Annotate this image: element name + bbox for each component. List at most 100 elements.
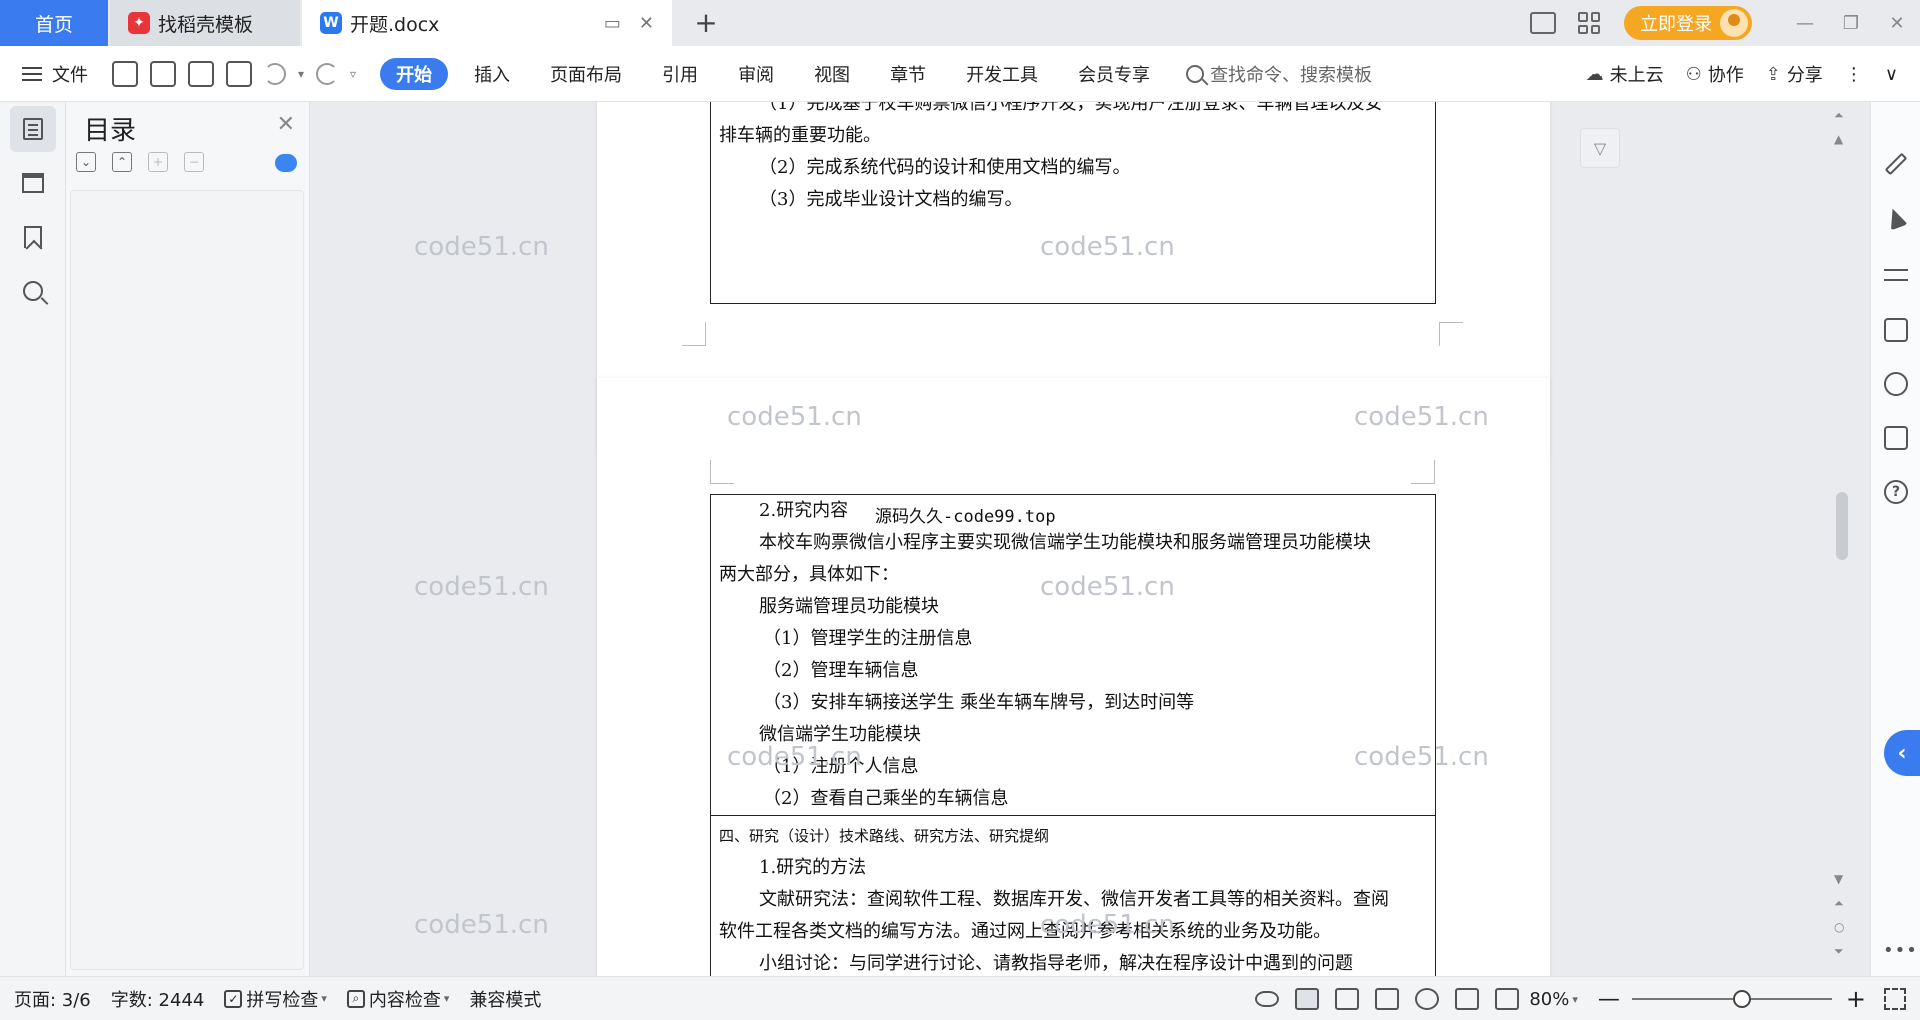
crop-mark [710, 460, 734, 484]
watermark: code51.cn [414, 572, 549, 602]
outline-view-icon[interactable] [1335, 988, 1360, 1010]
scroll-down-icon[interactable]: ▼ [1834, 872, 1843, 886]
bookmark-panel-button[interactable] [10, 214, 56, 260]
cloud-status[interactable]: ☁ 未上云 [1586, 61, 1664, 87]
page-nav-toggle-icon[interactable]: ▽ [1580, 128, 1620, 168]
undo-icon[interactable] [264, 62, 286, 85]
save-icon[interactable] [112, 60, 138, 87]
more-tools-icon[interactable]: ••• [1883, 940, 1918, 961]
hamburger-icon [22, 66, 42, 81]
crop-mark [1411, 460, 1435, 484]
research-content-cell: 2.研究内容 源码久久-code99.top 本校车购票微信小程序主要实现微信端… [710, 494, 1436, 816]
login-button[interactable]: 立即登录 [1624, 6, 1752, 40]
toc-list[interactable] [70, 190, 304, 970]
minimize-icon[interactable]: — [1782, 0, 1828, 46]
promote-level-icon[interactable]: + [148, 152, 168, 172]
ai-icon[interactable] [1884, 372, 1908, 396]
docer-logo-icon: ✦ [128, 12, 150, 34]
page-view-icon[interactable] [1295, 988, 1320, 1010]
fit-page-icon[interactable] [1495, 988, 1520, 1010]
spellcheck-button[interactable]: ✓ 拼写检查 ▾ [224, 986, 327, 1012]
ribbon-tab-chapter[interactable]: 章节 [870, 58, 946, 90]
goals-table-cell: （1）完成基于校车购票微信小程序开发，实现用户注册登录、车辆管理以及安 排车辆的… [710, 102, 1436, 304]
menu-bar: 文件 ▾ ▿ 开始 插入 页面布局 引用 审阅 视图 章节 开发工具 会员专享 … [0, 46, 1920, 102]
share-icon: ⇪ [1765, 63, 1781, 85]
vertical-scrollbar-thumb[interactable] [1836, 492, 1848, 560]
tab-document[interactable]: W 开题.docx ▭ ✕ [302, 0, 672, 46]
content-check-button[interactable]: ⌕ 内容检查 ▾ [346, 986, 449, 1012]
tab-home[interactable]: 首页 [0, 0, 108, 46]
page-indicator[interactable]: 页面: 3/6 [14, 986, 91, 1012]
reading-view-icon[interactable] [1375, 988, 1400, 1010]
expand-all-icon[interactable]: ⌄ [76, 152, 96, 172]
writing-mode-icon[interactable] [1455, 988, 1480, 1010]
ribbon-tab-references[interactable]: 引用 [642, 58, 718, 90]
fullscreen-icon[interactable] [1884, 988, 1906, 1010]
redo-icon[interactable] [316, 62, 339, 85]
web-view-icon[interactable] [1415, 988, 1440, 1010]
collab-button[interactable]: ⚇ 协作 [1686, 61, 1744, 87]
prev-page-icon[interactable]: ⏶ [1834, 896, 1844, 911]
next-page-icon[interactable]: ⏷ [1834, 944, 1844, 959]
ai-assistant-icon[interactable] [275, 154, 297, 172]
apps-grid-icon[interactable] [1578, 12, 1600, 34]
pen-icon[interactable] [1884, 152, 1908, 176]
goal-line-3: （2）完成系统代码的设计和使用文档的编写。 [759, 157, 1131, 178]
command-search[interactable]: 查找命令、搜索模板 [1186, 61, 1372, 87]
tab-templates[interactable]: ✦ 找稻壳模板 [110, 0, 300, 46]
intro-line-1: 本校车购票微信小程序主要实现微信端学生功能模块和服务端管理员功能模块 [759, 532, 1371, 553]
ribbon-tab-developer[interactable]: 开发工具 [946, 58, 1058, 90]
close-icon[interactable]: ✕ [277, 112, 295, 137]
ribbon-tab-member[interactable]: 会员专享 [1058, 58, 1170, 90]
monitor-icon[interactable]: ▭ [604, 13, 621, 34]
reading-icon[interactable] [1884, 426, 1908, 450]
layout-switch-icon[interactable] [1530, 12, 1556, 34]
collapse-all-icon[interactable]: ⌃ [112, 152, 132, 172]
inline-watermark: 源码久久-code99.top [875, 507, 1056, 527]
demote-level-icon[interactable]: − [184, 152, 204, 172]
customize-toolbar-icon[interactable]: ▿ [350, 67, 356, 81]
close-window-icon[interactable]: ✕ [1874, 0, 1920, 46]
toc-panel-button[interactable] [10, 106, 56, 152]
zoom-slider[interactable] [1631, 990, 1832, 1008]
admin-item-1: （1）管理学生的注册信息 [763, 628, 973, 649]
new-tab-button[interactable]: + [690, 6, 722, 39]
share-button[interactable]: ⇪ 分享 [1766, 61, 1823, 87]
undo-dropdown-icon[interactable]: ▾ [298, 67, 304, 81]
tab-templates-label: 找稻壳模板 [158, 13, 254, 36]
admin-item-2: （2）管理车辆信息 [763, 660, 919, 681]
scroll-up-icon[interactable]: ▲ [1834, 132, 1843, 146]
word-count[interactable]: 字数: 2444 [111, 986, 205, 1012]
ribbon-tab-home[interactable]: 开始 [380, 57, 449, 90]
ribbon-tab-layout[interactable]: 页面布局 [530, 58, 642, 90]
eye-protection-icon[interactable] [1255, 991, 1280, 1007]
find-panel-button[interactable] [10, 268, 56, 314]
content-check-label: 内容检查 [368, 989, 441, 1011]
zoom-in-button[interactable]: + [1846, 985, 1866, 1013]
select-browse-icon[interactable]: ○ [1834, 920, 1844, 934]
zoom-out-button[interactable]: — [1598, 987, 1620, 1012]
ribbon-tab-view[interactable]: 视图 [794, 58, 870, 90]
zoom-slider-knob[interactable] [1732, 990, 1751, 1008]
admin-item-3: （3）安排车辆接送学生 乘坐车辆车牌号，到达时间等 [763, 692, 1195, 713]
close-tab-icon[interactable]: ✕ [639, 13, 654, 34]
more-menu-icon[interactable]: ⋮ [1845, 64, 1863, 85]
file-menu[interactable]: 文件 [22, 61, 88, 87]
print-preview-icon[interactable] [226, 60, 252, 87]
export-pdf-icon[interactable] [150, 60, 176, 87]
zoom-level[interactable]: 80% ▾ [1529, 989, 1578, 1010]
ribbon-tab-review[interactable]: 审阅 [718, 58, 794, 90]
restore-icon[interactable]: ❐ [1828, 0, 1874, 46]
scroll-top-icon[interactable]: ⏶ [1834, 108, 1844, 123]
method-line-2: 软件工程各类文档的编写方法。通过网上查阅并参考相关系统的业务及功能。 [719, 921, 1331, 942]
navigation-panel-button[interactable] [10, 160, 56, 206]
right-sidebar: ? ••• [1870, 102, 1920, 976]
image-tools-icon[interactable] [1884, 318, 1908, 342]
print-icon[interactable] [188, 60, 214, 87]
document-canvas[interactable]: （1）完成基于校车购票微信小程序开发，实现用户注册登录、车辆管理以及安 排车辆的… [310, 102, 1870, 976]
collapse-ribbon-icon[interactable]: ∨ [1885, 64, 1898, 85]
ribbon-tab-insert[interactable]: 插入 [454, 58, 530, 90]
adjust-icon[interactable] [1884, 264, 1908, 286]
help-icon[interactable]: ? [1884, 480, 1908, 504]
select-pointer-icon[interactable] [1884, 205, 1908, 231]
